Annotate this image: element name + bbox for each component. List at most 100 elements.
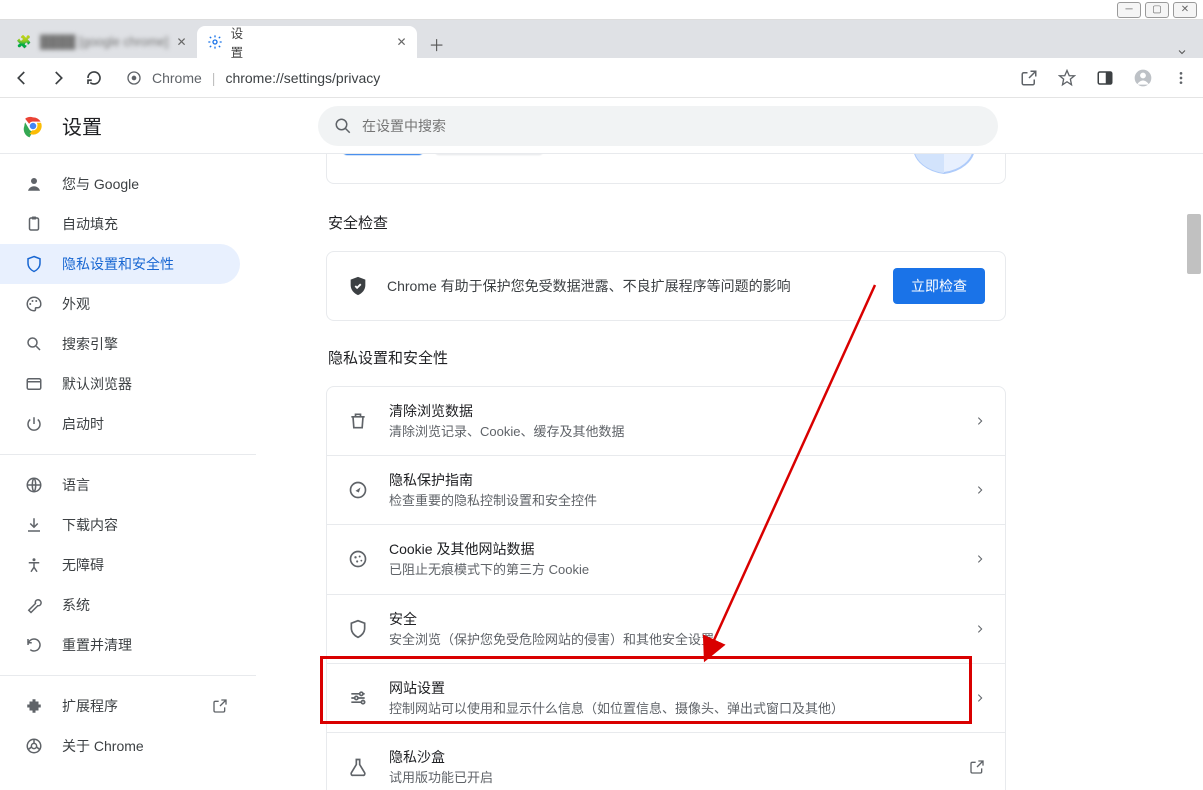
search-icon <box>24 335 44 353</box>
tab-inactive[interactable]: 🧩 ████ [google chrome] ✕ <box>6 26 197 58</box>
url-scheme-label: Chrome <box>152 70 202 86</box>
sidebar-divider <box>0 675 256 676</box>
search-icon <box>334 117 352 135</box>
bookmark-icon[interactable] <box>1053 64 1081 92</box>
open-in-new-icon <box>969 759 985 775</box>
sidebar-item-label: 重置并清理 <box>62 635 132 655</box>
sidebar-item-label: 自动填充 <box>62 214 118 234</box>
shield-illustration <box>899 154 989 175</box>
safety-check-text: Chrome 有助于保护您免受数据泄露、不良扩展程序等问题的影响 <box>387 276 875 296</box>
chrome-logo-icon <box>20 113 46 139</box>
sidebar-divider <box>0 454 256 455</box>
row-security[interactable]: 安全 安全浏览（保护您免受危险网站的侵害）和其他安全设置 <box>327 594 1005 663</box>
safety-check-card: Chrome 有助于保护您免受数据泄露、不良扩展程序等问题的影响 立即检查 <box>326 251 1006 321</box>
sidepanel-icon[interactable] <box>1091 64 1119 92</box>
separator: | <box>212 70 216 86</box>
check-now-button[interactable]: 立即检查 <box>893 268 985 304</box>
tab-title: 设置 <box>231 23 249 61</box>
tab-close-icon[interactable]: ✕ <box>397 35 407 49</box>
sidebar-item-label: 下载内容 <box>62 515 118 535</box>
chevron-right-icon <box>975 485 985 495</box>
section-title-safety-check: 安全检查 <box>328 212 1006 233</box>
sidebar-item-privacy-security[interactable]: 隐私设置和安全性 <box>0 244 240 284</box>
row-cookies[interactable]: Cookie 及其他网站数据 已阻止无痕模式下的第三方 Cookie <box>327 524 1005 593</box>
back-button[interactable] <box>8 64 36 92</box>
main-content: 开始使用 转到另一部分 安全检查 Chrome 有助于保护您免受数据泄露、不良扩… <box>256 154 1203 790</box>
sidebar-item-downloads[interactable]: 下载内容 <box>0 505 240 545</box>
sidebar-item-label: 无障碍 <box>62 555 104 575</box>
browser-icon <box>24 375 44 393</box>
sidebar-item-label: 默认浏览器 <box>62 374 132 394</box>
sidebar-item-appearance[interactable]: 外观 <box>0 284 240 324</box>
tab-strip: 🧩 ████ [google chrome] ✕ 设置 ✕ ＋ <box>0 20 1203 58</box>
reload-button[interactable] <box>80 64 108 92</box>
sidebar-item-search-engine[interactable]: 搜索引擎 <box>0 324 240 364</box>
primary-start-button[interactable]: 开始使用 <box>343 154 423 155</box>
address-bar[interactable]: Chrome | chrome://settings/privacy <box>116 63 1007 93</box>
sidebar-item-about-chrome[interactable]: 关于 Chrome <box>0 726 240 766</box>
os-maximize-button[interactable]: ▢ <box>1145 2 1169 18</box>
row-subtitle: 清除浏览记录、Cookie、缓存及其他数据 <box>389 423 955 441</box>
sidebar-item-you-and-google[interactable]: 您与 Google <box>0 164 240 204</box>
settings-search[interactable] <box>318 106 998 146</box>
share-icon[interactable] <box>1015 64 1043 92</box>
os-titlebar: ─ ▢ ✕ <box>0 0 1203 20</box>
row-subtitle: 已阻止无痕模式下的第三方 Cookie <box>389 561 955 579</box>
sidebar-item-accessibility[interactable]: 无障碍 <box>0 545 240 585</box>
row-subtitle: 试用版功能已开启 <box>389 769 949 787</box>
sidebar-item-system[interactable]: 系统 <box>0 585 240 625</box>
accessibility-icon <box>24 556 44 574</box>
browser-toolbar: Chrome | chrome://settings/privacy <box>0 58 1203 98</box>
row-subtitle: 控制网站可以使用和显示什么信息（如位置信息、摄像头、弹出式窗口及其他） <box>389 700 955 718</box>
tab-close-icon[interactable]: ✕ <box>177 35 187 49</box>
kebab-menu-icon[interactable] <box>1167 64 1195 92</box>
row-subtitle: 安全浏览（保护您免受危险网站的侵害）和其他安全设置 <box>389 631 955 649</box>
os-close-button[interactable]: ✕ <box>1173 2 1197 18</box>
row-title: 隐私保护指南 <box>389 470 955 490</box>
sidebar-item-default-browser[interactable]: 默认浏览器 <box>0 364 240 404</box>
sidebar-item-label: 您与 Google <box>62 174 139 194</box>
tab-title: ████ [google chrome] <box>40 35 169 49</box>
tune-icon <box>347 688 369 708</box>
sidebar-item-languages[interactable]: 语言 <box>0 465 240 505</box>
settings-search-input[interactable] <box>362 118 982 134</box>
row-title: 网站设置 <box>389 678 955 698</box>
chevron-right-icon <box>975 416 985 426</box>
open-in-new-icon <box>212 698 228 714</box>
new-tab-button[interactable]: ＋ <box>423 30 451 58</box>
sidebar-item-label: 外观 <box>62 294 90 314</box>
profile-avatar[interactable] <box>1129 64 1157 92</box>
power-icon <box>24 415 44 433</box>
secondary-button[interactable]: 转到另一部分 <box>435 154 543 155</box>
os-minimize-button[interactable]: ─ <box>1117 2 1141 18</box>
sidebar-item-autofill[interactable]: 自动填充 <box>0 204 240 244</box>
row-privacy-sandbox[interactable]: 隐私沙盒 试用版功能已开启 <box>327 732 1005 790</box>
chevron-right-icon <box>975 624 985 634</box>
tab-list-button[interactable] <box>1167 46 1197 58</box>
tab-favicon: 🧩 <box>16 34 32 50</box>
sidebar-item-reset-cleanup[interactable]: 重置并清理 <box>0 625 240 665</box>
forward-button[interactable] <box>44 64 72 92</box>
sidebar-item-on-startup[interactable]: 启动时 <box>0 404 240 444</box>
globe-icon <box>24 476 44 494</box>
site-info-icon[interactable] <box>126 70 142 86</box>
scrollbar-thumb[interactable] <box>1187 214 1201 274</box>
privacy-guide-banner: 开始使用 转到另一部分 <box>326 154 1006 184</box>
cookie-icon <box>347 549 369 569</box>
sidebar-item-label: 隐私设置和安全性 <box>62 254 174 274</box>
chevron-right-icon <box>975 693 985 703</box>
row-site-settings[interactable]: 网站设置 控制网站可以使用和显示什么信息（如位置信息、摄像头、弹出式窗口及其他） <box>327 663 1005 732</box>
row-privacy-guide[interactable]: 隐私保护指南 检查重要的隐私控制设置和安全控件 <box>327 455 1005 524</box>
settings-header: 设置 <box>0 98 1203 154</box>
sidebar-item-extensions[interactable]: 扩展程序 <box>0 686 240 726</box>
row-title: 清除浏览数据 <box>389 401 955 421</box>
tab-active-settings[interactable]: 设置 ✕ <box>197 26 417 58</box>
row-clear-browsing-data[interactable]: 清除浏览数据 清除浏览记录、Cookie、缓存及其他数据 <box>327 387 1005 455</box>
sidebar-item-label: 扩展程序 <box>62 696 118 716</box>
row-title: 隐私沙盒 <box>389 747 949 767</box>
palette-icon <box>24 295 44 313</box>
section-title-privacy: 隐私设置和安全性 <box>328 347 1006 368</box>
privacy-settings-card: 清除浏览数据 清除浏览记录、Cookie、缓存及其他数据 隐私保护指南 检查重要… <box>326 386 1006 790</box>
flask-icon <box>347 757 369 777</box>
wrench-icon <box>24 596 44 614</box>
